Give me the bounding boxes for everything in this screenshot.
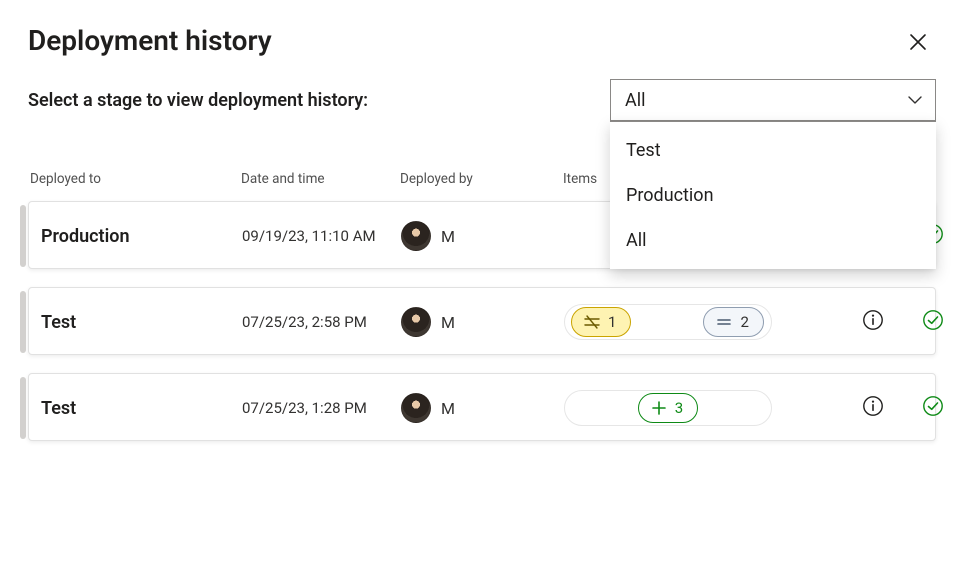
stage-name: Production bbox=[29, 202, 242, 270]
stage-name: Test bbox=[29, 288, 242, 356]
row-accent bbox=[20, 205, 26, 267]
stage-filter-label: Select a stage to view deployment histor… bbox=[28, 90, 368, 111]
deployed-by-name: M bbox=[441, 227, 455, 246]
col-deployed-by: Deployed by bbox=[400, 171, 563, 187]
info-icon bbox=[862, 309, 884, 331]
stage-filter-option-production[interactable]: Production bbox=[610, 173, 936, 218]
deployed-by-name: M bbox=[441, 313, 455, 332]
deployment-datetime: 09/19/23, 11:10 AM bbox=[242, 202, 401, 270]
status-success bbox=[922, 395, 944, 421]
deployment-datetime: 07/25/23, 2:58 PM bbox=[242, 288, 401, 356]
table-row[interactable]: Test07/25/23, 2:58 PMM12 bbox=[28, 287, 936, 355]
items-pill-count: 2 bbox=[740, 313, 748, 331]
stage-filter-menu: Test Production All bbox=[610, 121, 936, 269]
deployment-datetime: 07/25/23, 1:28 PM bbox=[242, 374, 401, 442]
row-accent bbox=[20, 377, 26, 439]
deployed-by: M bbox=[401, 288, 564, 356]
deployed-by-name: M bbox=[441, 399, 455, 418]
row-accent bbox=[20, 291, 26, 353]
items-summary[interactable]: 12 bbox=[564, 304, 772, 340]
avatar bbox=[401, 221, 431, 251]
items-pill-changed[interactable]: 1 bbox=[571, 307, 631, 337]
deployed-by: M bbox=[401, 374, 564, 442]
items-pill-same[interactable]: 2 bbox=[703, 307, 763, 337]
close-button[interactable] bbox=[904, 28, 932, 56]
table-row[interactable]: Test07/25/23, 1:28 PM M 3 bbox=[28, 373, 936, 441]
plus-icon bbox=[651, 400, 667, 416]
stage-filter-option-test[interactable]: Test bbox=[610, 128, 936, 173]
equals-icon bbox=[716, 315, 732, 329]
avatar bbox=[401, 307, 431, 337]
avatar bbox=[401, 393, 431, 423]
check-circle-icon bbox=[922, 309, 944, 331]
col-deployed-to: Deployed to bbox=[28, 171, 241, 187]
stage-filter-option-all[interactable]: All bbox=[610, 218, 936, 263]
close-icon bbox=[909, 33, 927, 51]
stage-filter-dropdown[interactable]: All bbox=[610, 79, 936, 121]
info-button[interactable] bbox=[862, 395, 884, 421]
info-button[interactable] bbox=[862, 309, 884, 335]
info-icon bbox=[862, 395, 884, 417]
stage-name: Test bbox=[29, 374, 242, 442]
items-summary[interactable]: 3 bbox=[564, 390, 772, 426]
items-pill-added[interactable]: 3 bbox=[638, 393, 698, 423]
page-title: Deployment history bbox=[28, 24, 272, 57]
not-equal-icon bbox=[584, 315, 600, 329]
items-pill-count: 1 bbox=[608, 313, 616, 331]
deployed-by: M bbox=[401, 202, 564, 270]
col-date-time: Date and time bbox=[241, 171, 400, 187]
check-circle-icon bbox=[922, 395, 944, 417]
stage-filter-selected: All bbox=[625, 90, 646, 111]
items-pill-count: 3 bbox=[675, 399, 683, 417]
status-success bbox=[922, 309, 944, 335]
chevron-down-icon bbox=[907, 92, 923, 108]
